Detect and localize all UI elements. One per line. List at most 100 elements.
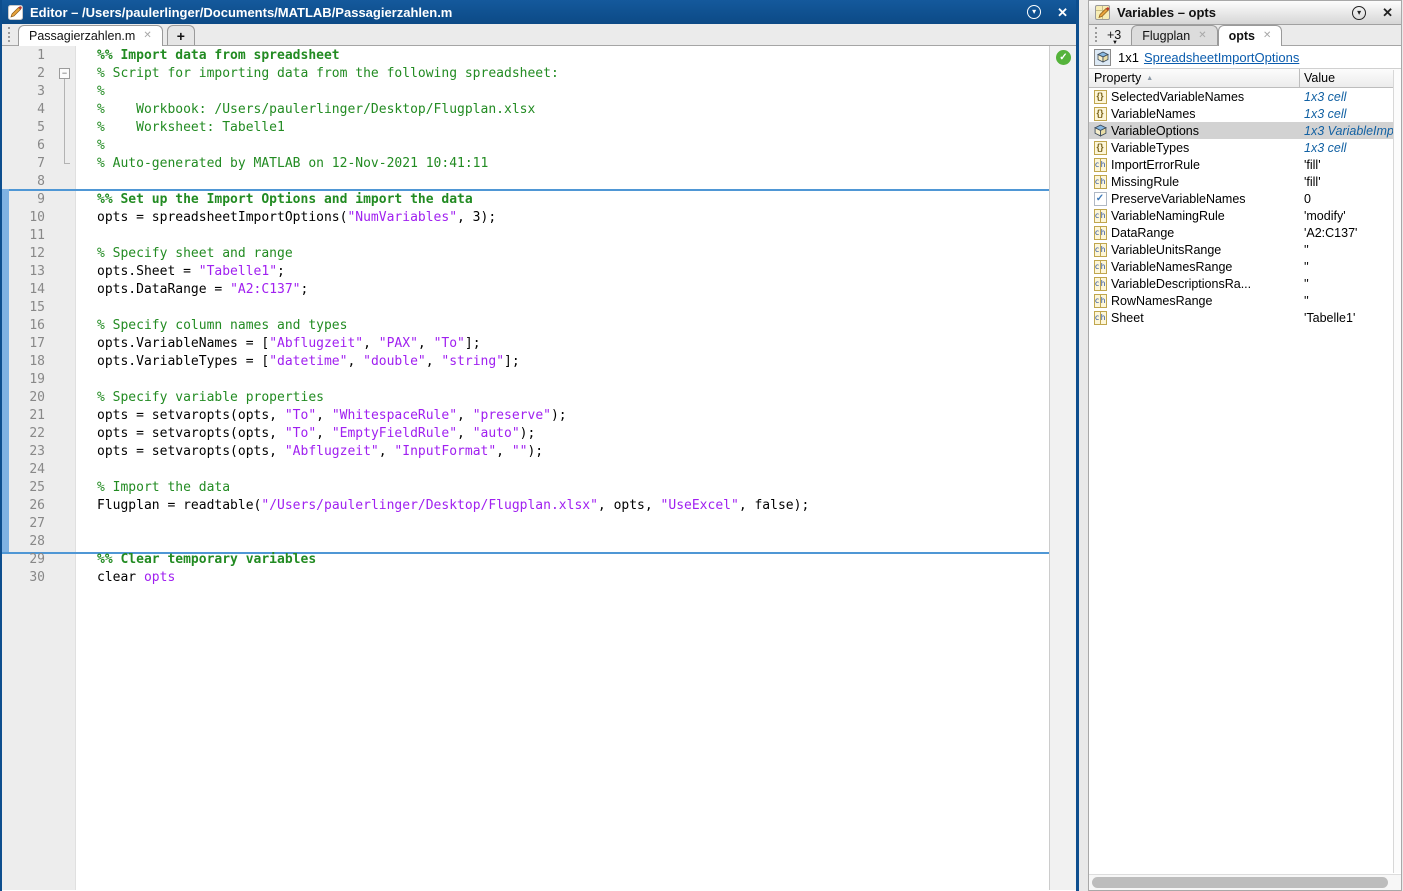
code-line[interactable]: 1%% Import data from spreadsheet — [2, 47, 1049, 65]
code-text[interactable]: % — [97, 137, 105, 155]
code-line[interactable]: 16% Specify column names and types — [2, 317, 1049, 335]
code-text[interactable]: clear opts — [97, 569, 175, 587]
code-text[interactable]: % Specify variable properties — [97, 389, 324, 407]
table-row[interactable]: chImportErrorRule'fill' — [1089, 156, 1401, 173]
code-line[interactable]: 26Flugplan = readtable("/Users/paulerlin… — [2, 497, 1049, 515]
column-header-property[interactable]: Property ▲ — [1089, 69, 1299, 87]
code-line[interactable]: 17opts.VariableNames = ["Abflugzeit", "P… — [2, 335, 1049, 353]
code-line[interactable]: 13opts.Sheet = "Tabelle1"; — [2, 263, 1049, 281]
code-text[interactable]: opts.Sheet = "Tabelle1"; — [97, 263, 285, 281]
code-text[interactable]: opts.DataRange = "A2:C137"; — [97, 281, 308, 299]
horizontal-scrollbar[interactable] — [1089, 874, 1401, 890]
table-row[interactable]: {}SelectedVariableNames1x3 cell — [1089, 88, 1401, 105]
code-line[interactable]: 8 — [2, 173, 1049, 191]
code-line[interactable]: 18opts.VariableTypes = ["datetime", "dou… — [2, 353, 1049, 371]
code-line[interactable]: 30clear opts — [2, 569, 1049, 587]
code-line[interactable]: 28 — [2, 533, 1049, 551]
table-row[interactable]: ✓PreserveVariableNames0 — [1089, 190, 1401, 207]
table-row[interactable]: chMissingRule'fill' — [1089, 173, 1401, 190]
code-segment-string: "" — [512, 444, 528, 459]
line-number: 28 — [2, 533, 50, 551]
drag-handle[interactable] — [8, 27, 12, 42]
table-row[interactable]: {}VariableTypes1x3 cell — [1089, 139, 1401, 156]
code-text[interactable]: % Import the data — [97, 479, 230, 497]
code-text[interactable]: % Worksheet: Tabelle1 — [97, 119, 285, 137]
table-row[interactable]: chVariableNamesRange'' — [1089, 258, 1401, 275]
table-row[interactable]: chVariableDescriptionsRa...'' — [1089, 275, 1401, 292]
code-line[interactable]: 19 — [2, 371, 1049, 389]
code-editor[interactable]: 1%% Import data from spreadsheet2% Scrip… — [2, 47, 1049, 587]
analyzer-ok-icon[interactable]: ✓ — [1056, 50, 1071, 65]
object-icon — [1094, 49, 1111, 66]
code-line[interactable]: 11 — [2, 227, 1049, 245]
code-line[interactable]: 29%% Clear temporary variables — [2, 551, 1049, 569]
close-icon[interactable]: ✕ — [1057, 6, 1068, 19]
code-line[interactable]: 14opts.DataRange = "A2:C137"; — [2, 281, 1049, 299]
table-row[interactable]: chSheet'Tabelle1' — [1089, 309, 1401, 326]
code-text[interactable]: Flugplan = readtable("/Users/paulerlinge… — [97, 497, 809, 515]
code-text[interactable]: % Specify column names and types — [97, 317, 347, 335]
code-text[interactable]: opts = setvaropts(opts, "Abflugzeit", "I… — [97, 443, 543, 461]
code-text[interactable]: %% Clear temporary variables — [97, 551, 316, 569]
property-value: '' — [1299, 243, 1401, 257]
code-text[interactable]: opts.VariableTypes = ["datetime", "doubl… — [97, 353, 520, 371]
code-text[interactable]: % — [97, 83, 105, 101]
code-text[interactable]: opts = spreadsheetImportOptions("NumVari… — [97, 209, 496, 227]
code-text[interactable]: %% Set up the Import Options and import … — [97, 191, 473, 209]
code-line[interactable]: 21opts = setvaropts(opts, "To", "Whitesp… — [2, 407, 1049, 425]
tab-flugplan[interactable]: Flugplan✕ — [1131, 25, 1217, 45]
code-line[interactable]: 2% Script for importing data from the fo… — [2, 65, 1049, 83]
table-row[interactable]: chDataRange'A2:C137' — [1089, 224, 1401, 241]
code-line[interactable]: 25% Import the data — [2, 479, 1049, 497]
drag-handle[interactable] — [1095, 27, 1099, 42]
code-text[interactable]: % Specify sheet and range — [97, 245, 293, 263]
code-line[interactable]: 10opts = spreadsheetImportOptions("NumVa… — [2, 209, 1049, 227]
code-line[interactable]: 12% Specify sheet and range — [2, 245, 1049, 263]
close-icon[interactable]: ✕ — [1382, 6, 1393, 19]
table-row[interactable]: chVariableUnitsRange'' — [1089, 241, 1401, 258]
column-header-value[interactable]: Value — [1299, 69, 1401, 87]
code-text[interactable]: %% Import data from spreadsheet — [97, 47, 340, 65]
code-line[interactable]: 6% — [2, 137, 1049, 155]
code-line[interactable]: 4% Workbook: /Users/paulerlinger/Desktop… — [2, 101, 1049, 119]
editor-window-title: Editor – /Users/paulerlinger/Documents/M… — [30, 5, 1027, 20]
code-line[interactable]: 9%% Set up the Import Options and import… — [2, 191, 1049, 209]
code-segment-string: "InputFormat" — [394, 444, 496, 459]
window-menu-icon[interactable]: ▾ — [1352, 6, 1366, 20]
code-line[interactable]: 22opts = setvaropts(opts, "To", "EmptyFi… — [2, 425, 1049, 443]
code-text[interactable]: % Auto-generated by MATLAB on 12-Nov-202… — [97, 155, 488, 173]
code-text[interactable]: opts = setvaropts(opts, "To", "Whitespac… — [97, 407, 567, 425]
code-line[interactable]: 20% Specify variable properties — [2, 389, 1049, 407]
code-segment-plain: opts = setvaropts(opts, — [97, 408, 285, 423]
vertical-scrollbar-track[interactable] — [1393, 70, 1401, 873]
tab-opts[interactable]: opts✕ — [1218, 25, 1283, 46]
code-line[interactable]: 7% Auto-generated by MATLAB on 12-Nov-20… — [2, 155, 1049, 173]
table-row[interactable]: VariableOptions1x3 VariableImpo... — [1089, 122, 1401, 139]
code-line[interactable]: 24 — [2, 461, 1049, 479]
class-name-link[interactable]: SpreadsheetImportOptions — [1144, 50, 1299, 65]
code-line[interactable]: 23opts = setvaropts(opts, "Abflugzeit", … — [2, 443, 1049, 461]
table-row[interactable]: chRowNamesRange'' — [1089, 292, 1401, 309]
code-segment-string: "EmptyFieldRule" — [332, 426, 457, 441]
window-menu-icon[interactable]: ▾ — [1027, 5, 1041, 19]
new-tab-button[interactable]: + — [167, 25, 195, 45]
code-segment-plain: , false); — [739, 498, 809, 513]
code-text[interactable]: opts.VariableNames = ["Abflugzeit", "PAX… — [97, 335, 481, 353]
scrollbar-thumb[interactable] — [1092, 877, 1388, 888]
code-line[interactable]: 27 — [2, 515, 1049, 533]
hidden-tabs-overflow-button[interactable]: +3 ▼ — [1107, 28, 1121, 42]
code-segment-plain: , — [316, 426, 332, 441]
code-text[interactable]: % Script for importing data from the fol… — [97, 65, 559, 83]
tab-close-icon[interactable]: ✕ — [1263, 31, 1271, 41]
table-row[interactable]: chVariableNamingRule'modify' — [1089, 207, 1401, 224]
code-line[interactable]: 5% Worksheet: Tabelle1 — [2, 119, 1049, 137]
code-text[interactable]: % Workbook: /Users/paulerlinger/Desktop/… — [97, 101, 535, 119]
code-text[interactable]: opts = setvaropts(opts, "To", "EmptyFiel… — [97, 425, 535, 443]
tab-close-icon[interactable]: ✕ — [143, 31, 151, 41]
property-name: VariableNames — [1111, 107, 1299, 121]
table-row[interactable]: {}VariableNames1x3 cell — [1089, 105, 1401, 122]
tab-close-icon[interactable]: ✕ — [1198, 31, 1206, 41]
code-line[interactable]: 15 — [2, 299, 1049, 317]
tab-passagierzahlen[interactable]: Passagierzahlen.m ✕ — [18, 25, 163, 46]
code-line[interactable]: 3% — [2, 83, 1049, 101]
